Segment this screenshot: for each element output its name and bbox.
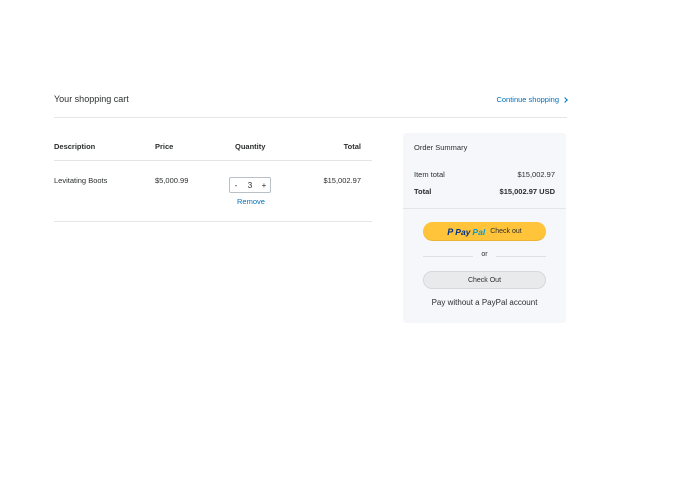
remove-item-link[interactable]: Remove — [237, 197, 265, 206]
quantity-stepper: - 3 + — [229, 177, 271, 193]
order-summary-panel: Order Summary Item total $15,002.97 Tota… — [403, 133, 566, 323]
column-total: Total — [343, 142, 361, 151]
or-separator: or — [423, 251, 546, 261]
page-title: Your shopping cart — [54, 94, 129, 104]
paypal-checkout-button[interactable]: P Pay Pal Check out — [423, 222, 546, 241]
paypal-logo-pay: Pay — [455, 226, 471, 237]
paypal-logo: P Pay Pal — [447, 227, 485, 237]
cart-header: Your shopping cart Continue shopping — [54, 94, 568, 118]
column-price: Price — [155, 142, 174, 151]
continue-shopping-link[interactable]: Continue shopping — [496, 95, 568, 104]
order-summary-title: Order Summary — [414, 143, 468, 152]
item-total-value: $15,002.97 — [517, 170, 555, 179]
pay-without-paypal-link[interactable]: Pay without a PayPal account — [403, 298, 566, 307]
continue-shopping-label: Continue shopping — [496, 95, 559, 104]
order-total-value: $15,002.97 USD — [499, 187, 555, 196]
paypal-logo-pal: Pal — [472, 226, 486, 237]
chevron-right-icon — [562, 96, 568, 103]
or-line-right — [496, 256, 546, 257]
order-total-label: Total — [414, 187, 432, 196]
item-total-label: Item total — [414, 170, 445, 179]
decrease-quantity-button[interactable]: - — [230, 181, 242, 190]
cart-table: Description Price Quantity Total Levitat… — [54, 136, 372, 222]
paypal-p-icon: P — [447, 226, 454, 237]
item-total: $15,002.97 — [323, 176, 361, 185]
item-description: Levitating Boots — [54, 176, 108, 185]
table-header: Description Price Quantity Total — [54, 136, 372, 161]
paypal-checkout-label: Check out — [490, 228, 522, 235]
column-description: Description — [54, 142, 96, 151]
table-row: Levitating Boots $5,000.99 - 3 + Remove … — [54, 161, 372, 222]
summary-divider — [403, 208, 566, 209]
increase-quantity-button[interactable]: + — [258, 181, 270, 190]
quantity-value[interactable]: 3 — [242, 181, 258, 190]
check-out-button[interactable]: Check Out — [423, 271, 546, 289]
item-price: $5,000.99 — [155, 176, 189, 185]
column-quantity: Quantity — [235, 142, 266, 151]
